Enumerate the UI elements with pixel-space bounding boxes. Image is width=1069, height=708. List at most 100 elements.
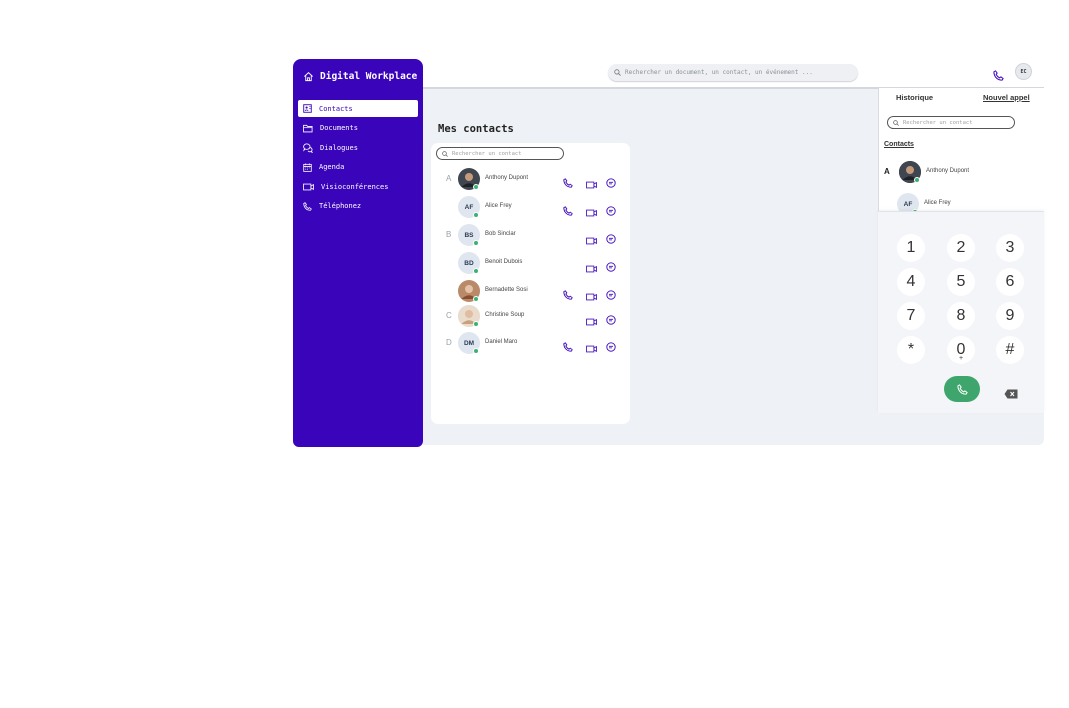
online-status: [473, 296, 479, 302]
alpha-letter: B: [446, 230, 452, 239]
call-contact-button[interactable]: [563, 285, 573, 304]
user-avatar[interactable]: EC: [1015, 63, 1032, 80]
avatar: AF: [458, 196, 480, 218]
video-call-button[interactable]: [586, 311, 597, 330]
search-placeholder: Rechercher un contact: [903, 119, 973, 126]
message-button[interactable]: [606, 285, 616, 304]
contact-name: Anthony Dupont: [926, 168, 970, 174]
call-contact-button[interactable]: [563, 201, 573, 220]
message-button[interactable]: [606, 201, 616, 220]
chat-bubble-icon: [606, 178, 616, 188]
contact-name: Anthony Dupont: [485, 175, 529, 181]
sidebar-item-label: Contacts: [319, 104, 353, 113]
home-icon: [304, 72, 313, 82]
contact-row[interactable]: BD Benoit Dubois: [431, 251, 630, 275]
key-label: 6: [1005, 273, 1015, 290]
sidebar-item-telephonez[interactable]: Téléphonez: [298, 198, 418, 215]
key-label: 5: [956, 273, 966, 290]
contact-row[interactable]: A Anthony Dupont: [431, 167, 630, 191]
avatar: BS: [458, 224, 480, 246]
online-status: [473, 212, 479, 218]
dialpad-key[interactable]: 9: [996, 302, 1024, 330]
key-label: 9: [1005, 307, 1015, 324]
folder-icon: [303, 124, 313, 132]
contact-row[interactable]: Bernadette Sosi: [431, 279, 630, 303]
chat-bubble-icon: [606, 342, 616, 352]
sidebar-item-dialogues[interactable]: Dialogues: [298, 139, 418, 156]
key-label: *: [907, 341, 915, 358]
dialpad-key[interactable]: *: [897, 336, 925, 364]
sidebar-item-label: Téléphonez: [319, 202, 362, 210]
dialpad-key[interactable]: 8: [947, 302, 975, 330]
video-call-button[interactable]: [586, 286, 597, 305]
app-window: Digital Workplace Contacts Documents Dia…: [293, 59, 1045, 447]
video-call-button[interactable]: [586, 258, 597, 277]
chat-bubble-icon: [606, 315, 616, 325]
dialpad-key[interactable]: 0 +: [947, 336, 975, 364]
avatar: BD: [458, 252, 480, 274]
phone-contact-search-input[interactable]: Rechercher un contact: [887, 116, 1015, 129]
dialpad-key[interactable]: #: [996, 336, 1024, 364]
video-call-button[interactable]: [586, 202, 597, 221]
sidebar-item-label: Visioconférences: [321, 182, 389, 191]
contact-row[interactable]: AF Alice Frey: [431, 195, 630, 219]
sidebar-item-documents[interactable]: Documents: [298, 120, 418, 137]
avatar-initials: BD: [464, 259, 474, 267]
online-status: [473, 240, 479, 246]
dialpad-key[interactable]: 5: [947, 268, 975, 296]
avatar: [458, 168, 480, 190]
message-button[interactable]: [606, 173, 616, 192]
message-button[interactable]: [606, 310, 616, 329]
sidebar-item-contacts[interactable]: Contacts: [298, 100, 418, 117]
sidebar-item-agenda[interactable]: Agenda: [298, 159, 418, 176]
video-call-button[interactable]: [586, 174, 597, 193]
call-contact-button[interactable]: [563, 337, 573, 356]
contact-row[interactable]: C Christine Soup: [431, 304, 630, 328]
backspace-icon: [1004, 389, 1018, 399]
contact-row[interactable]: D DM Daniel Maro: [431, 331, 630, 355]
contact-name: Benoit Dubois: [485, 259, 523, 265]
tab-nouvel-appel[interactable]: Nouvel appel: [983, 93, 1030, 102]
page-title: Mes contacts: [438, 123, 514, 135]
call-contact-button[interactable]: [563, 173, 573, 192]
app-title: Digital Workplace: [320, 71, 418, 82]
key-label: #: [1005, 341, 1015, 358]
list-item[interactable]: A Anthony Dupont: [879, 160, 1069, 184]
contact-name: Daniel Maro: [485, 339, 518, 345]
contact-row[interactable]: B BS Bob Sinclar: [431, 223, 630, 247]
chat-bubble-icon: [606, 290, 616, 300]
global-search-input[interactable]: Rechercher un document, un contact, un é…: [608, 64, 858, 81]
dialpad-key[interactable]: 1: [897, 234, 925, 262]
contact-search-input[interactable]: Rechercher un contact: [436, 147, 564, 160]
dialpad-key[interactable]: 6: [996, 268, 1024, 296]
message-button[interactable]: [606, 229, 616, 248]
contacts-icon: [303, 104, 312, 113]
search-placeholder: Rechercher un document, un contact, un é…: [625, 69, 813, 76]
video-call-button[interactable]: [586, 338, 597, 357]
tab-historique[interactable]: Historique: [896, 93, 933, 102]
dialpad-key[interactable]: 3: [996, 234, 1024, 262]
message-button[interactable]: [606, 257, 616, 276]
key-label: 2: [956, 239, 966, 256]
dialpad-key[interactable]: 7: [897, 302, 925, 330]
dialpad-key[interactable]: 4: [897, 268, 925, 296]
avatar: DM: [458, 332, 480, 354]
avatar: [458, 280, 480, 302]
chat-icon: [303, 143, 313, 153]
message-button[interactable]: [606, 337, 616, 356]
video-icon: [586, 293, 597, 301]
key-sublabel: +: [958, 355, 964, 362]
phone-icon: [563, 206, 573, 216]
dialpad-key[interactable]: 2: [947, 234, 975, 262]
key-label: 4: [906, 273, 916, 290]
phone-button[interactable]: [993, 66, 1004, 85]
backspace-button[interactable]: [1004, 384, 1018, 399]
video-call-button[interactable]: [586, 230, 597, 249]
contact-name: Bob Sinclar: [485, 231, 516, 237]
brand[interactable]: Digital Workplace: [303, 71, 417, 82]
sidebar-item-visioconferences[interactable]: Visioconférences: [298, 178, 418, 195]
call-button[interactable]: [944, 376, 980, 402]
contact-name: Alice Frey: [924, 200, 951, 206]
chat-bubble-icon: [606, 206, 616, 216]
avatar-initials: AF: [464, 203, 474, 211]
